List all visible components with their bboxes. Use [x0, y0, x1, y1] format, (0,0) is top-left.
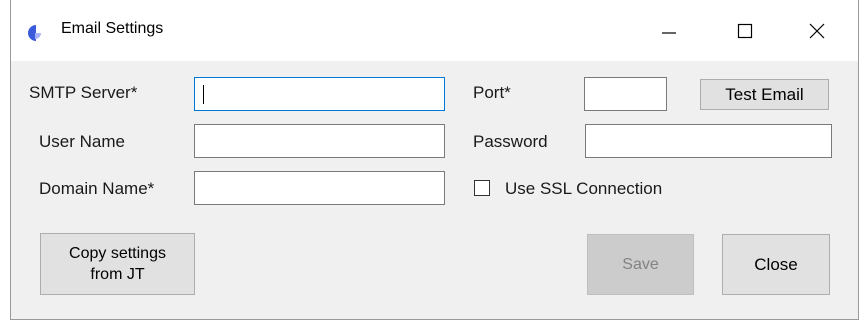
- text-caret: [203, 85, 204, 104]
- close-button[interactable]: Close: [722, 234, 830, 295]
- save-button-label: Save: [622, 255, 659, 273]
- test-email-button[interactable]: Test Email: [700, 79, 829, 110]
- user-name-label: User Name: [39, 132, 125, 151]
- close-button-label: Close: [754, 254, 798, 274]
- maximize-icon: [737, 23, 753, 38]
- password-label: Password: [473, 132, 548, 151]
- password-input[interactable]: [585, 124, 832, 158]
- use-ssl-label: Use SSL Connection: [505, 179, 663, 198]
- title-bar[interactable]: Email Settings: [11, 0, 858, 61]
- copy-settings-label-line1: Copy settings: [69, 245, 166, 262]
- close-icon: [809, 23, 825, 38]
- minimize-icon: [662, 31, 676, 34]
- app-logo-icon: [28, 25, 41, 41]
- port-label: Port*: [473, 83, 511, 102]
- window-title: Email Settings: [61, 20, 164, 37]
- user-name-input[interactable]: [194, 124, 445, 158]
- copy-settings-label-line2: from JT: [90, 266, 145, 283]
- smtp-server-input[interactable]: [194, 77, 445, 111]
- copy-settings-button[interactable]: Copy settings from JT: [40, 233, 195, 295]
- test-email-button-label: Test Email: [725, 84, 804, 104]
- minimize-button[interactable]: [639, 0, 699, 61]
- port-input[interactable]: [584, 77, 667, 111]
- maximize-button[interactable]: [715, 0, 775, 61]
- email-settings-window: Email Settings SMTP Server* Port* Test E…: [10, 0, 859, 320]
- smtp-server-label: SMTP Server*: [29, 83, 138, 102]
- use-ssl-checkbox[interactable]: [474, 180, 490, 196]
- save-button[interactable]: Save: [587, 234, 694, 295]
- domain-name-label: Domain Name*: [39, 179, 155, 198]
- domain-name-input[interactable]: [194, 171, 445, 205]
- close-window-button[interactable]: [787, 0, 847, 61]
